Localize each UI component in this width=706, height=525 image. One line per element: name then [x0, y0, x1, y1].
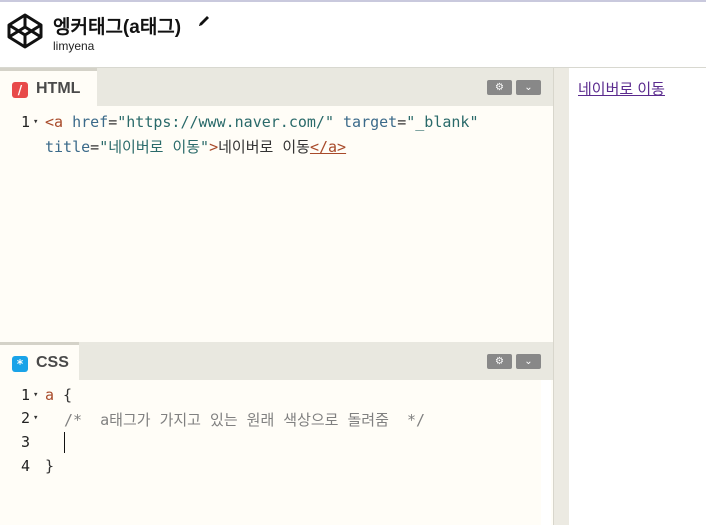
code-token: "https://www.naver.com/": [117, 113, 334, 131]
code-token: "네이버로 이동": [99, 138, 210, 156]
code-line: <a href="https://www.naver.com/" target=…: [45, 113, 479, 131]
code-line: a {: [45, 386, 72, 404]
tab-html-label: HTML: [36, 80, 81, 97]
line-number: 1: [20, 386, 30, 404]
code-token: title: [45, 138, 91, 156]
code-token: "_blank": [406, 113, 479, 131]
line-number: 1: [20, 113, 30, 131]
code-token: href: [63, 113, 109, 131]
line-number: 4: [20, 457, 30, 475]
result-preview: 네이버로 이동: [569, 68, 706, 525]
line-number: 2: [20, 409, 30, 427]
code-token: {: [54, 386, 73, 404]
code-token: a: [45, 386, 55, 404]
scrollbar[interactable]: [541, 380, 551, 525]
code-token: =: [397, 113, 407, 131]
codepen-logo-icon[interactable]: [6, 12, 44, 50]
header-bar: 엥커태그(a태그) limyena: [0, 0, 706, 68]
fold-arrow-icon[interactable]: ▾: [33, 413, 38, 423]
fold-arrow-icon[interactable]: ▾: [33, 390, 38, 400]
code-token: a: [54, 113, 64, 131]
css-editor[interactable]: 1 ▾ 2 ▾ 3 4 a { /* a태그가 가지고 있는 원래 색상으로 돌…: [0, 380, 553, 525]
author-name[interactable]: limyena: [53, 39, 94, 53]
code-line: /* a태그가 가지고 있는 원래 색상으로 돌려줌 */: [64, 409, 425, 430]
gear-icon[interactable]: ⚙: [487, 80, 512, 95]
code-token: >: [209, 138, 219, 156]
code-token: =: [90, 138, 100, 156]
code-token: <: [45, 113, 55, 131]
code-token: /* a태그가 가지고 있는 원래 색상으로 돌려줌 */: [64, 411, 426, 429]
code-token: target: [334, 113, 398, 131]
tab-css[interactable]: * CSS: [0, 342, 79, 380]
code-token: 네이버로 이동: [218, 138, 310, 156]
chevron-down-icon[interactable]: ⌄: [516, 354, 541, 369]
code-token: </a>: [309, 138, 347, 156]
pen-title: 엥커태그(a태그): [53, 17, 182, 38]
html-editor[interactable]: 1 ▾ <a href="https://www.naver.com/" tar…: [0, 106, 553, 342]
fold-arrow-icon[interactable]: ▾: [33, 117, 38, 127]
css-badge-icon: *: [12, 356, 28, 372]
css-pane-header: * CSS ⚙ ⌄: [0, 342, 553, 380]
resize-divider[interactable]: [553, 68, 569, 525]
text-cursor: [64, 432, 65, 453]
code-token: }: [45, 457, 55, 475]
html-pane-header: / HTML ⚙ ⌄: [0, 68, 553, 106]
preview-link[interactable]: 네이버로 이동: [578, 78, 665, 99]
gear-icon[interactable]: ⚙: [487, 354, 512, 369]
tab-css-label: CSS: [36, 354, 69, 371]
pencil-icon[interactable]: [197, 14, 211, 28]
line-number: 3: [20, 433, 30, 451]
tab-html[interactable]: / HTML: [0, 68, 97, 106]
code-token: =: [108, 113, 118, 131]
chevron-down-icon[interactable]: ⌄: [516, 80, 541, 95]
code-line: }: [45, 457, 54, 475]
top-divider: [0, 0, 706, 2]
editor-column: / HTML ⚙ ⌄ 1 ▾ <a href="https://www.nave…: [0, 68, 553, 525]
html-badge-icon: /: [12, 82, 28, 98]
code-line: title="네이버로 이동">네이버로 이동</a>: [45, 136, 346, 157]
